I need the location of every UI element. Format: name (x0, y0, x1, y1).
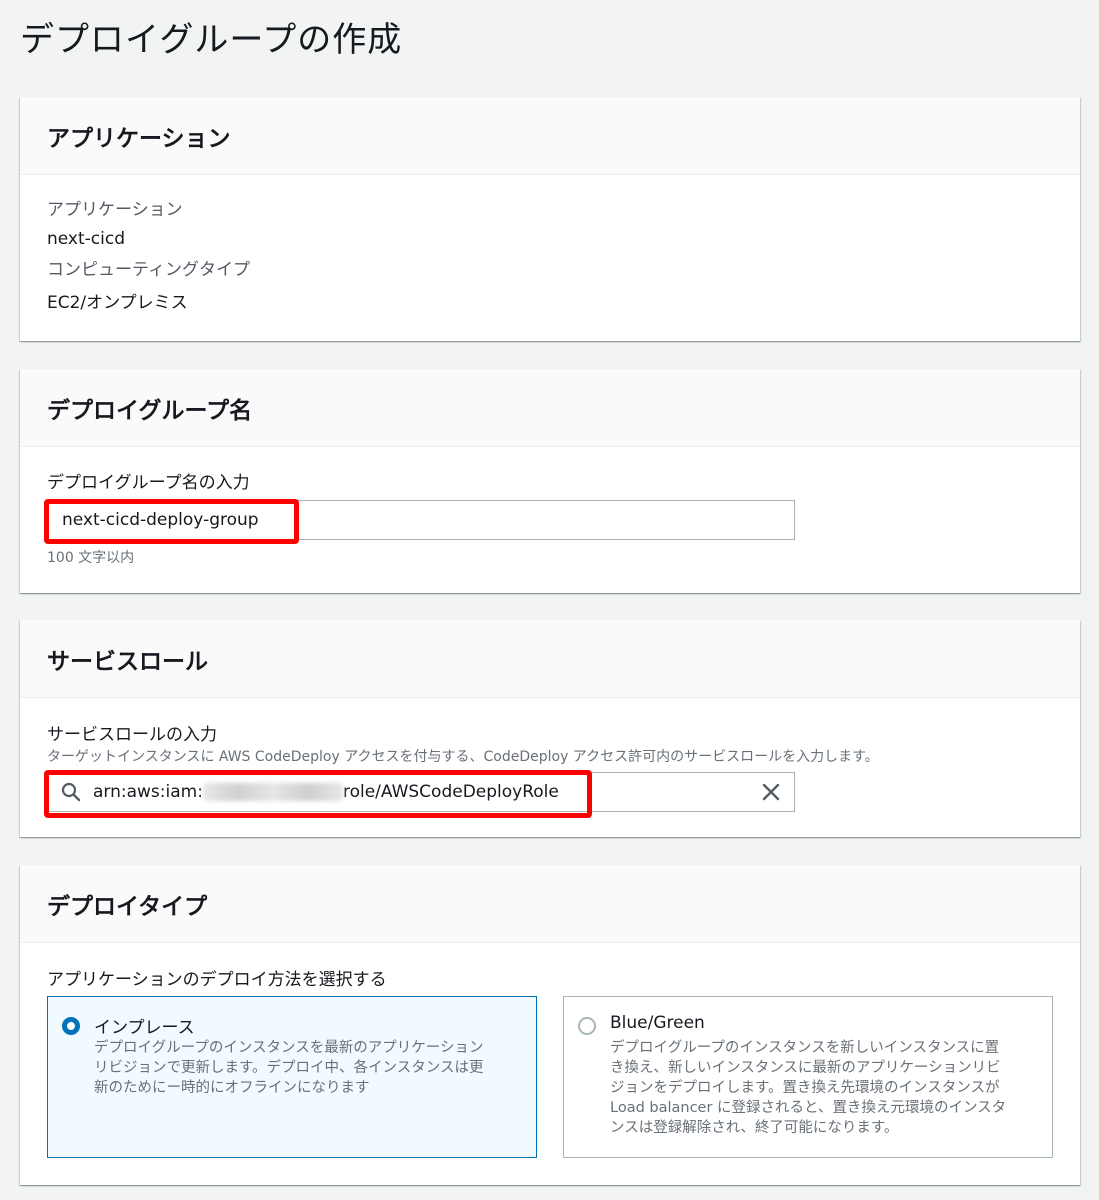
in-place-radio[interactable] (62, 1017, 80, 1035)
page-title: デプロイグループの作成 (20, 20, 403, 60)
in-place-title: インプレース (94, 1018, 195, 1038)
deploy-type-option-blue-green[interactable]: Blue/Green デプロイグループのインスタンスを新しいインスタンスに置 き… (563, 996, 1053, 1158)
service-role-highlight (44, 770, 592, 818)
deploy-group-name-label: デプロイグループ名の入力 (47, 473, 250, 493)
deploy-type-panel-title: デプロイタイプ (47, 893, 208, 920)
deploy-type-prompt: アプリケーションのデプロイ方法を選択する (47, 970, 387, 990)
blue-green-description-line: ジョンをデプロイします。置き換え先環境のインスタンスが (610, 1080, 1000, 1096)
blue-green-description-line: き換え、新しいインスタンスに最新のアプリケーションリビ (610, 1060, 1001, 1076)
deploy-type-option-in-place[interactable]: インプレース デプロイグループのインスタンスを最新のアプリケーション リビジョン… (47, 996, 537, 1158)
in-place-description-line: デプロイグループのインスタンスを最新のアプリケーション (94, 1040, 484, 1056)
deploy-type-panel-header: デプロイタイプ (20, 865, 1080, 943)
in-place-description-line: 新のためにー時的にオフラインになります (94, 1080, 370, 1096)
blue-green-description: デプロイグループのインスタンスを新しいインスタンスに置 き換え、新しいインスタン… (610, 1038, 1006, 1138)
compute-type-label: コンピューティングタイプ (47, 260, 250, 280)
service-role-description: ターゲットインスタンスに AWS CodeDeploy アクセスを付与する、Co… (47, 749, 879, 765)
close-icon[interactable] (762, 783, 780, 801)
service-role-label: サービスロールの入力 (47, 725, 217, 745)
service-role-panel-title: サービスロール (47, 648, 208, 675)
application-panel: アプリケーション アプリケーション next-cicd コンピューティングタイプ… (20, 97, 1080, 341)
deploy-group-name-constraint: 100 文字以内 (47, 550, 135, 566)
blue-green-description-line: デプロイグループのインスタンスを新しいインスタンスに置 (610, 1040, 1000, 1056)
deploy-group-name-panel-header: デプロイグループ名 (20, 369, 1080, 447)
service-role-panel-header: サービスロール (20, 620, 1080, 698)
blue-green-title: Blue/Green (610, 1013, 705, 1033)
deploy-group-name-panel: デプロイグループ名 デプロイグループ名の入力 next-cicd-deploy-… (20, 369, 1080, 593)
deploy-group-name-panel-title: デプロイグループ名 (47, 397, 253, 424)
blue-green-description-line: Load balancer に登録されると、置き換え元環境のインスタ (610, 1100, 1007, 1116)
service-role-panel: サービスロール サービスロールの入力 ターゲットインスタンスに AWS Code… (20, 620, 1080, 837)
application-value: next-cicd (47, 229, 126, 249)
application-panel-title: アプリケーション (47, 125, 231, 152)
application-panel-header: アプリケーション (20, 97, 1080, 175)
compute-type-value: EC2/オンプレミス (47, 293, 188, 313)
deploy-group-name-highlight (44, 499, 299, 544)
application-label: アプリケーション (47, 200, 183, 220)
deploy-type-panel: デプロイタイプ アプリケーションのデプロイ方法を選択する インプレース デプロイ… (20, 865, 1080, 1185)
in-place-description: デプロイグループのインスタンスを最新のアプリケーション リビジョンで更新します。… (94, 1038, 483, 1098)
blue-green-radio[interactable] (578, 1017, 596, 1035)
blue-green-description-line: ンスは登録解除され、終了可能になります。 (610, 1120, 899, 1136)
in-place-description-line: リビジョンで更新します。デプロイ中、各インスタンスは更 (94, 1060, 484, 1076)
